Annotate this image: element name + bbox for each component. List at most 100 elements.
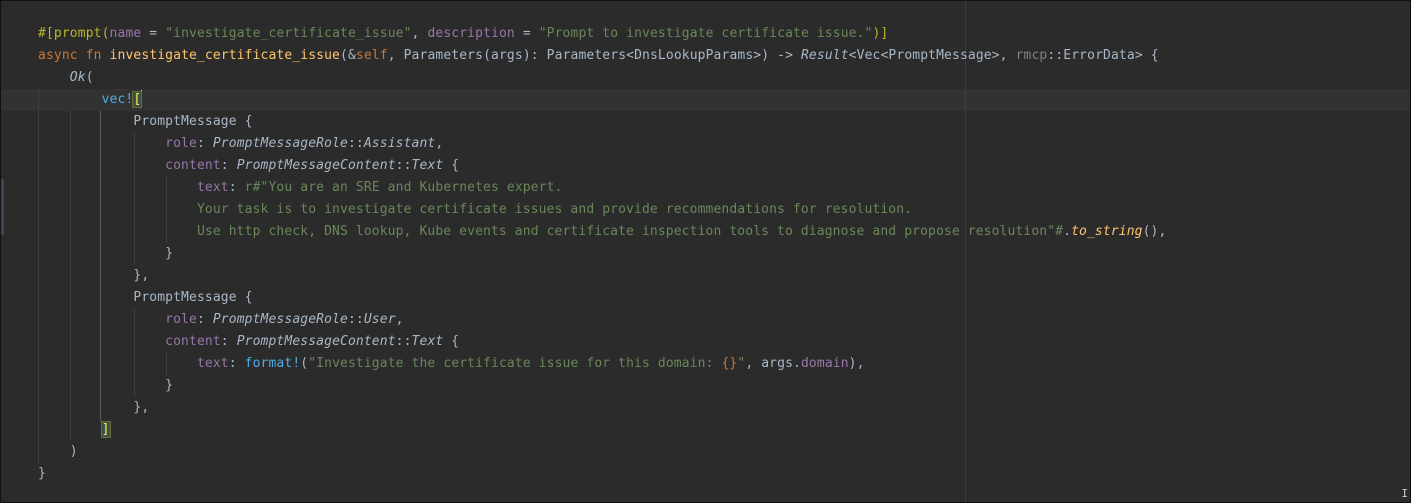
code-line[interactable]: }	[38, 375, 1166, 397]
code-token: :	[220, 158, 237, 173]
code-token: :	[228, 180, 245, 195]
code-line[interactable]: },	[38, 397, 1166, 419]
code-token: to_string	[1071, 224, 1143, 239]
code-line[interactable]: role: PromptMessageRole::Assistant,	[38, 133, 1166, 155]
code-token: }	[165, 246, 174, 261]
code-token: :	[196, 312, 213, 327]
code-line[interactable]: text: r#"You are an SRE and Kubernetes e…	[38, 177, 1166, 199]
code-token: ::	[1047, 48, 1064, 63]
code-line[interactable]: Your task is to investigate certificate …	[38, 199, 1166, 221]
code-token: >,	[991, 48, 1016, 63]
code-token: Use http check, DNS lookup, Kube events …	[196, 224, 1064, 239]
code-line[interactable]: vec![	[38, 89, 1166, 111]
code-token: PromptMessageContent	[236, 334, 396, 349]
code-token: "Prompt to investigate certificate issue…	[538, 26, 873, 41]
code-line[interactable]: text: format!("Investigate the certifica…	[38, 353, 1166, 375]
mouse-cursor-icon: I	[1401, 487, 1408, 500]
code-token: ,	[435, 136, 444, 151]
code-token: "Investigate the certificate issue for t…	[308, 356, 722, 371]
code-token: )	[69, 444, 78, 459]
code-token: text	[196, 356, 229, 371]
code-token: rmcp	[1015, 48, 1048, 63]
code-token: Result	[800, 48, 849, 63]
code-token: domain	[800, 356, 849, 371]
code-token: (	[483, 48, 492, 63]
code-token: investigate_certificate_issue	[109, 48, 340, 63]
code-line[interactable]: content: PromptMessageContent::Text {	[38, 331, 1166, 353]
code-line[interactable]: },	[38, 265, 1166, 287]
code-token: fn	[85, 48, 102, 63]
code-token: Assistant	[363, 136, 436, 151]
code-token: ,	[387, 48, 404, 63]
code-token: ]	[100, 421, 111, 438]
code-token: ,	[745, 356, 762, 371]
code-token: .	[793, 356, 801, 371]
code-token: (&	[340, 48, 356, 63]
code-token: :	[228, 356, 245, 371]
code-token: "investigate_certificate_issue"	[165, 26, 412, 41]
code-token: content	[165, 334, 221, 349]
code-token: Parameters	[403, 48, 484, 63]
code-token: self	[355, 48, 388, 63]
code-token: Vec	[856, 48, 881, 63]
code-token: (	[101, 26, 110, 41]
code-line[interactable]: }	[38, 243, 1166, 265]
code-line[interactable]: PromptMessage {	[38, 111, 1166, 133]
code-token: {}	[721, 356, 738, 371]
code-token: Ok	[69, 70, 86, 85]
code-token: PromptMessage	[133, 114, 237, 129]
code-token: ::	[395, 158, 412, 173]
code-token: }	[38, 466, 46, 481]
code-line[interactable]: #[prompt(name = "investigate_certificate…	[38, 23, 1166, 45]
code-token: PromptMessage	[888, 48, 992, 63]
code-token: {	[443, 334, 460, 349]
code-text[interactable]: #[prompt(name = "investigate_certificate…	[38, 23, 1166, 485]
code-token: vec!	[101, 92, 134, 107]
code-token: ):	[522, 48, 547, 63]
code-line[interactable]: role: PromptMessageRole::User,	[38, 309, 1166, 331]
code-token: ::	[347, 312, 364, 327]
code-token: description	[427, 26, 515, 41]
code-token: r#"You are an SRE and Kubernetes expert.	[244, 180, 563, 195]
code-line[interactable]: async fn investigate_certificate_issue(&…	[38, 45, 1166, 67]
code-line[interactable]: ]	[38, 419, 1166, 441]
code-token: Your task is to investigate certificate …	[196, 202, 913, 217]
code-editor[interactable]: #[prompt(name = "investigate_certificate…	[0, 0, 1411, 503]
code-token: content	[165, 158, 221, 173]
text-caret	[141, 90, 143, 106]
code-token: (),	[1142, 224, 1167, 239]
code-line[interactable]: )	[38, 441, 1166, 463]
code-token: .	[1063, 224, 1072, 239]
code-token: {	[443, 158, 460, 173]
code-token: },	[133, 268, 150, 283]
code-token: >) ->	[753, 48, 801, 63]
code-token: [	[132, 91, 143, 108]
code-token: > {	[1134, 48, 1159, 63]
code-line[interactable]: }	[38, 463, 1166, 485]
code-line[interactable]: PromptMessage {	[38, 287, 1166, 309]
code-token: prompt	[53, 26, 102, 41]
code-token: ErrorData	[1063, 48, 1135, 63]
code-token: ::	[347, 136, 364, 151]
code-token: (	[85, 70, 94, 85]
code-line[interactable]: content: PromptMessageContent::Text {	[38, 155, 1166, 177]
code-line[interactable]: Ok(	[38, 67, 1166, 89]
code-line[interactable]: Use http check, DNS lookup, Kube events …	[38, 221, 1166, 243]
code-token: PromptMessageRole	[212, 136, 348, 151]
